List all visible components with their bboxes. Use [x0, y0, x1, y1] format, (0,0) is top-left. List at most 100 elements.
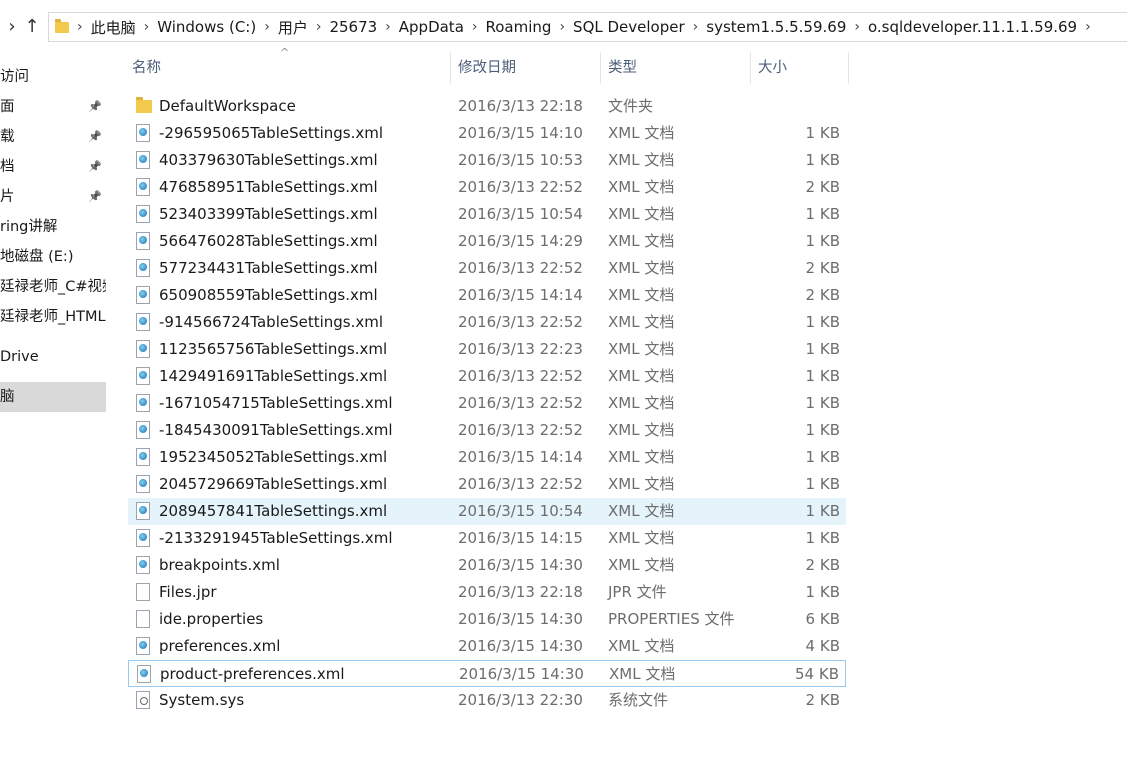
breadcrumb-chevron-icon[interactable]: › — [77, 19, 83, 35]
file-row[interactable]: -1845430091TableSettings.xml 2016/3/13 22… — [128, 417, 846, 444]
file-row[interactable]: DefaultWorkspace 2016/3/13 22:18 文件夹 — [128, 93, 846, 120]
file-date: 2016/3/13 22:52 — [458, 394, 583, 412]
file-name: preferences.xml — [159, 637, 281, 655]
breadcrumb-item[interactable]: 25673 — [329, 18, 377, 36]
file-row[interactable]: product-preferences.xml 2016/3/15 14:30 XM… — [128, 660, 846, 687]
file-row[interactable]: 2045729669TableSettings.xml 2016/3/13 22:… — [128, 471, 846, 498]
file-type: XML 文档 — [608, 178, 675, 196]
pin-icon[interactable]: 📌 — [88, 92, 102, 122]
sidebar-item[interactable]: 廷禄老师_C#视频 — [0, 272, 106, 302]
xml-file-icon — [137, 665, 151, 683]
file-row[interactable]: -1671054715TableSettings.xml 2016/3/13 22… — [128, 390, 846, 417]
breadcrumb-item[interactable]: 用户 — [278, 17, 308, 38]
breadcrumb-chevron-icon[interactable]: › — [693, 19, 699, 35]
file-name: ide.properties — [159, 610, 264, 628]
sort-ascending-icon: ^ — [280, 46, 290, 59]
file-name: 1123565756TableSettings.xml — [159, 340, 388, 358]
file-row[interactable]: 476858951TableSettings.xml 2016/3/13 22:5… — [128, 174, 846, 201]
breadcrumb-item[interactable]: AppData — [399, 18, 464, 36]
breadcrumb-item[interactable]: o.sqldeveloper.11.1.1.59.69 — [868, 18, 1077, 36]
breadcrumb-chevron-icon[interactable]: › — [385, 19, 391, 35]
breadcrumb-chevron-icon[interactable]: › — [264, 19, 270, 35]
xml-file-icon — [136, 475, 150, 493]
column-divider[interactable] — [450, 52, 451, 84]
breadcrumb-chevron-icon[interactable]: › — [472, 19, 478, 35]
file-row[interactable]: -914566724TableSettings.xml 2016/3/13 22:… — [128, 309, 846, 336]
xml-file-icon — [136, 529, 150, 547]
breadcrumb-item[interactable]: SQL Developer — [573, 18, 685, 36]
file-date: 2016/3/13 22:30 — [458, 691, 583, 709]
breadcrumb-chevron-icon[interactable]: › — [854, 19, 860, 35]
column-divider[interactable] — [750, 52, 751, 84]
file-size: 1 KB — [805, 448, 840, 466]
file-row[interactable]: -2133291945TableSettings.xml 2016/3/15 14… — [128, 525, 846, 552]
file-row[interactable]: 650908559TableSettings.xml 2016/3/15 14:1… — [128, 282, 846, 309]
column-size[interactable]: 大小 — [758, 48, 787, 88]
breadcrumb-item[interactable]: Windows (C:) — [157, 18, 256, 36]
pin-icon[interactable]: 📌 — [88, 182, 102, 212]
file-row[interactable]: Files.jpr 2016/3/13 22:18 JPR 文件 1 KB — [128, 579, 846, 606]
sidebar-item[interactable]: 廷禄老师_HTML — [0, 302, 106, 332]
breadcrumb-chevron-icon[interactable]: › — [316, 19, 322, 35]
column-date[interactable]: 修改日期 — [458, 48, 516, 88]
breadcrumb[interactable]: › 此电脑 › Windows (C:) › 用户 › 25673 › AppData › Roami… — [48, 12, 1127, 42]
file-size: 2 KB — [805, 259, 840, 277]
file-size: 2 KB — [805, 556, 840, 574]
sidebar-item-label: Drive — [0, 349, 39, 365]
breadcrumb-chevron-icon[interactable]: › — [144, 19, 150, 35]
up-arrow-icon[interactable]: ↑ — [20, 14, 44, 38]
file-row[interactable]: 523403399TableSettings.xml 2016/3/15 10:5… — [128, 201, 846, 228]
sidebar-item[interactable]: 片 📌 — [0, 182, 106, 212]
file-date: 2016/3/15 14:30 — [458, 637, 583, 655]
sidebar-item[interactable]: 档 📌 — [0, 152, 106, 182]
file-size: 1 KB — [805, 232, 840, 250]
file-row[interactable]: 1429491691TableSettings.xml 2016/3/13 22:… — [128, 363, 846, 390]
column-name[interactable]: 名称 — [132, 48, 161, 88]
file-name: 1952345052TableSettings.xml — [159, 448, 388, 466]
sidebar-item[interactable]: Drive — [0, 342, 106, 372]
file-size: 1 KB — [805, 394, 840, 412]
file-row[interactable]: preferences.xml 2016/3/15 14:30 XML 文档 4 KB — [128, 633, 846, 660]
xml-file-icon — [136, 637, 150, 655]
file-row[interactable]: System.sys 2016/3/13 22:30 系统文件 2 KB — [128, 687, 846, 714]
file-name: 650908559TableSettings.xml — [159, 286, 378, 304]
file-type: 文件夹 — [608, 97, 654, 115]
file-type: XML 文档 — [608, 448, 675, 466]
sidebar-item[interactable]: 载 📌 — [0, 122, 106, 152]
sidebar-item[interactable]: ring讲解 — [0, 212, 106, 242]
column-divider[interactable] — [848, 52, 849, 84]
file-row[interactable]: -296595065TableSettings.xml 2016/3/15 14:… — [128, 120, 846, 147]
file-row[interactable]: ide.properties 2016/3/15 14:30 PROPERTIES … — [128, 606, 846, 633]
sidebar-item[interactable]: 脑 — [0, 382, 106, 412]
file-row[interactable]: 566476028TableSettings.xml 2016/3/15 14:2… — [128, 228, 846, 255]
file-size: 2 KB — [805, 286, 840, 304]
breadcrumb-item[interactable]: Roaming — [486, 18, 552, 36]
xml-file-icon — [136, 313, 150, 331]
column-type[interactable]: 类型 — [608, 48, 637, 88]
file-row[interactable]: breakpoints.xml 2016/3/15 14:30 XML 文档 2 KB — [128, 552, 846, 579]
file-row[interactable]: 403379630TableSettings.xml 2016/3/15 10:5… — [128, 147, 846, 174]
breadcrumb-chevron-icon[interactable]: › — [1085, 19, 1091, 35]
breadcrumb-item[interactable]: system1.5.5.59.69 — [706, 18, 846, 36]
file-date: 2016/3/15 14:10 — [458, 124, 583, 142]
file-row[interactable]: 2089457841TableSettings.xml 2016/3/15 10:… — [128, 498, 846, 525]
breadcrumb-chevron-icon[interactable]: › — [559, 19, 565, 35]
file-type: XML 文档 — [608, 313, 675, 331]
pin-icon[interactable]: 📌 — [88, 122, 102, 152]
file-row[interactable]: 1952345052TableSettings.xml 2016/3/15 14:… — [128, 444, 846, 471]
file-row[interactable]: 1123565756TableSettings.xml 2016/3/13 22:… — [128, 336, 846, 363]
column-divider[interactable] — [600, 52, 601, 84]
sidebar-item[interactable]: 地磁盘 (E:) — [0, 242, 106, 272]
folder-icon — [55, 18, 69, 33]
sidebar-item[interactable]: 访问 — [0, 62, 106, 92]
sidebar-item-label: 廷禄老师_C#视频 — [0, 279, 106, 295]
breadcrumb-item[interactable]: 此电脑 — [91, 17, 136, 38]
sidebar-item[interactable]: 面 📌 — [0, 92, 106, 122]
pin-icon[interactable]: 📌 — [88, 152, 102, 182]
sidebar-item-label: 访问 — [0, 69, 29, 85]
file-type: XML 文档 — [608, 502, 675, 520]
sidebar-item-label: 廷禄老师_HTML — [0, 309, 106, 325]
file-name: 476858951TableSettings.xml — [159, 178, 378, 196]
file-size: 1 KB — [805, 367, 840, 385]
file-row[interactable]: 577234431TableSettings.xml 2016/3/13 22:5… — [128, 255, 846, 282]
